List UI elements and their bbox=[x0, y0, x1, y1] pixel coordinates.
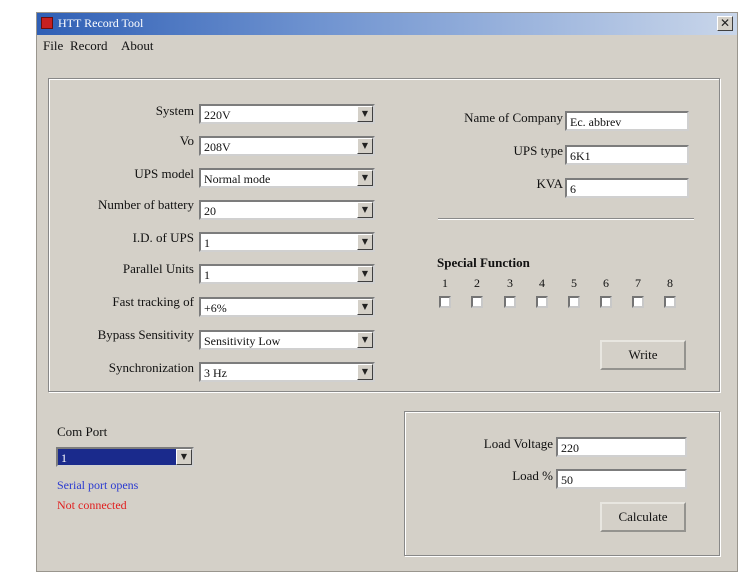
special-checkbox-5[interactable] bbox=[568, 296, 580, 308]
special-number-7: 7 bbox=[635, 276, 641, 290]
chevron-down-icon[interactable]: ▼ bbox=[357, 202, 373, 218]
chevron-down-icon[interactable]: ▼ bbox=[357, 234, 373, 250]
company-name-label: Name of Company bbox=[464, 110, 563, 125]
special-number-4: 4 bbox=[539, 276, 545, 290]
ups-id-label: I.D. of UPS bbox=[132, 230, 194, 245]
chevron-down-icon[interactable]: ▼ bbox=[357, 106, 373, 122]
divider bbox=[438, 218, 694, 220]
special-number-8: 8 bbox=[667, 276, 673, 290]
special-checkbox-8[interactable] bbox=[664, 296, 676, 308]
load-percent-input[interactable]: 50 bbox=[556, 469, 687, 489]
vo-select[interactable]: 208V ▼ bbox=[199, 136, 375, 156]
chevron-down-icon[interactable]: ▼ bbox=[357, 170, 373, 186]
parallel-units-label: Parallel Units bbox=[122, 261, 194, 276]
fast-tracking-label: Fast tracking of bbox=[112, 294, 194, 309]
synchronization-label: Synchronization bbox=[108, 360, 194, 375]
special-number-1: 1 bbox=[442, 276, 448, 290]
fast-tracking-value: +6% bbox=[204, 301, 227, 315]
ups-id-select[interactable]: 1 ▼ bbox=[199, 232, 375, 252]
load-voltage-label: Load Voltage bbox=[483, 436, 553, 451]
parallel-units-value: 1 bbox=[204, 268, 210, 282]
menu-file[interactable]: File bbox=[43, 38, 63, 54]
ups-model-select[interactable]: Normal mode ▼ bbox=[199, 168, 375, 188]
special-number-3: 3 bbox=[507, 276, 513, 290]
ups-type-label: UPS type bbox=[513, 143, 563, 158]
ups-model-label: UPS model bbox=[134, 166, 194, 181]
battery-count-value: 20 bbox=[204, 204, 216, 218]
system-value: 220V bbox=[204, 108, 231, 122]
menu-about[interactable]: About bbox=[121, 38, 154, 54]
chevron-down-icon[interactable]: ▼ bbox=[357, 332, 373, 348]
system-label: System bbox=[155, 103, 194, 118]
window-title: HTT Record Tool bbox=[58, 16, 144, 30]
ups-id-value: 1 bbox=[204, 236, 210, 250]
chevron-down-icon[interactable]: ▼ bbox=[357, 299, 373, 315]
app-icon bbox=[41, 17, 53, 29]
synchronization-value: 3 Hz bbox=[204, 366, 227, 380]
kva-label: KVA bbox=[536, 176, 564, 191]
com-port-label: Com Port bbox=[57, 424, 108, 439]
load-voltage-input[interactable]: 220 bbox=[556, 437, 687, 457]
title-bar[interactable]: HTT Record Tool ✕ bbox=[37, 13, 737, 35]
special-number-5: 5 bbox=[571, 276, 577, 290]
special-checkbox-7[interactable] bbox=[632, 296, 644, 308]
special-number-2: 2 bbox=[474, 276, 480, 290]
calculate-button[interactable]: Calculate bbox=[600, 502, 686, 532]
special-checkbox-3[interactable] bbox=[504, 296, 516, 308]
company-name-input[interactable]: Ec. abbrev bbox=[565, 111, 689, 131]
menu-bar: File Record About bbox=[37, 36, 737, 56]
synchronization-select[interactable]: 3 Hz ▼ bbox=[199, 362, 375, 382]
chevron-down-icon[interactable]: ▼ bbox=[357, 266, 373, 282]
special-function-title: Special Function bbox=[437, 255, 530, 270]
battery-count-label: Number of battery bbox=[97, 197, 194, 212]
special-checkbox-2[interactable] bbox=[471, 296, 483, 308]
special-checkbox-1[interactable] bbox=[439, 296, 451, 308]
ups-type-input[interactable]: 6K1 bbox=[565, 145, 689, 165]
special-number-6: 6 bbox=[603, 276, 609, 290]
write-button[interactable]: Write bbox=[600, 340, 686, 370]
bypass-sensitivity-label: Bypass Sensitivity bbox=[97, 327, 194, 342]
kva-input[interactable]: 6 bbox=[565, 178, 689, 198]
bypass-sensitivity-select[interactable]: Sensitivity Low ▼ bbox=[199, 330, 375, 350]
serial-status-text: Serial port opens bbox=[57, 478, 139, 492]
chevron-down-icon[interactable]: ▼ bbox=[357, 364, 373, 380]
connection-status-text: Not connected bbox=[57, 498, 127, 512]
menu-record[interactable]: Record bbox=[70, 38, 108, 54]
close-button[interactable]: ✕ bbox=[717, 16, 733, 31]
ups-model-value: Normal mode bbox=[204, 172, 271, 186]
parallel-units-select[interactable]: 1 ▼ bbox=[199, 264, 375, 284]
special-checkbox-6[interactable] bbox=[600, 296, 612, 308]
com-port-select[interactable]: 1 ▼ bbox=[56, 447, 194, 467]
battery-count-select[interactable]: 20 ▼ bbox=[199, 200, 375, 220]
load-percent-label: Load % bbox=[512, 468, 553, 483]
vo-label: Vo bbox=[179, 133, 194, 148]
fast-tracking-select[interactable]: +6% ▼ bbox=[199, 297, 375, 317]
chevron-down-icon[interactable]: ▼ bbox=[176, 449, 192, 465]
chevron-down-icon[interactable]: ▼ bbox=[357, 138, 373, 154]
special-checkbox-4[interactable] bbox=[536, 296, 548, 308]
system-select[interactable]: 220V ▼ bbox=[199, 104, 375, 124]
bypass-sensitivity-value: Sensitivity Low bbox=[204, 334, 281, 348]
vo-value: 208V bbox=[204, 140, 231, 154]
com-port-value: 1 bbox=[61, 451, 67, 465]
